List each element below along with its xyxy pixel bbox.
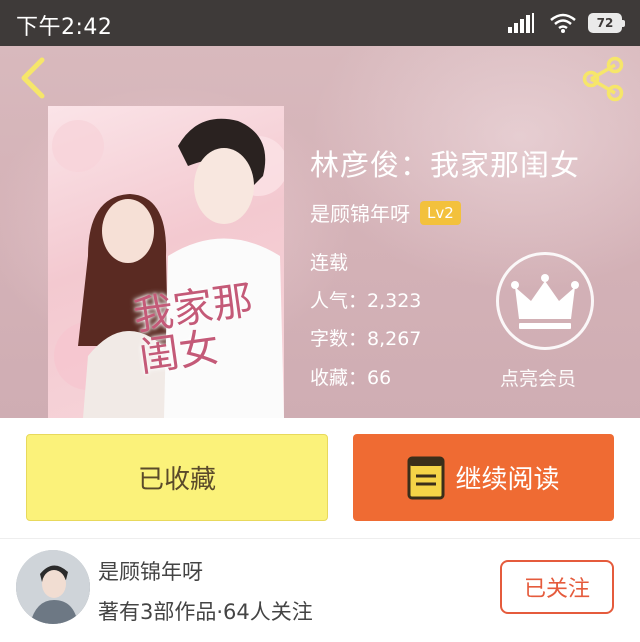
writer-avatar[interactable]	[16, 550, 90, 624]
avatar-photo	[16, 550, 90, 624]
favorites-count: 收藏：66	[310, 367, 392, 389]
book-icon	[407, 456, 445, 499]
vip-label[interactable]: 点亮会员	[500, 364, 576, 391]
book-cover[interactable]: 我家那闺女	[48, 106, 284, 418]
share-button[interactable]	[578, 54, 628, 104]
writer-name[interactable]: 是顾锦年呀	[98, 556, 203, 586]
author-name[interactable]: 是顾锦年呀	[310, 198, 410, 227]
chevron-left-icon	[21, 57, 45, 99]
follow-button[interactable]: 已关注	[500, 560, 614, 614]
divider	[0, 538, 640, 539]
signal-icon	[508, 13, 534, 33]
popularity-count: 人气：2,323	[310, 290, 422, 312]
crown-icon	[511, 274, 579, 329]
book-header: 我家那闺女 林彦俊：我家那闺女 是顾锦年呀 Lv2 连载 人气：2,323 字数…	[0, 46, 640, 418]
author-level-badge: Lv2	[420, 200, 461, 225]
back-button[interactable]	[14, 54, 54, 102]
serial-status: 连载	[310, 252, 349, 274]
battery-icon: 72	[588, 13, 625, 33]
author-row[interactable]: 是顾锦年呀 Lv2	[310, 198, 461, 227]
continue-reading-label: 继续阅读	[455, 465, 560, 495]
status-icons: 72	[508, 10, 625, 36]
vip-button[interactable]	[496, 252, 594, 350]
word-count: 字数：8,267	[310, 328, 422, 350]
status-bar: 下午2:42 72	[0, 0, 640, 46]
collected-button[interactable]: 已收藏	[26, 434, 328, 521]
wifi-icon	[550, 13, 576, 33]
writer-meta: 著有3部作品·64人关注	[98, 600, 313, 624]
book-title: 林彦俊：我家那闺女	[310, 148, 581, 182]
follow-label: 已关注	[523, 577, 590, 602]
status-time: 下午2:42	[16, 15, 113, 40]
continue-reading-button[interactable]: 继续阅读	[353, 434, 614, 521]
share-icon	[582, 56, 624, 102]
collected-label: 已收藏	[137, 465, 216, 495]
